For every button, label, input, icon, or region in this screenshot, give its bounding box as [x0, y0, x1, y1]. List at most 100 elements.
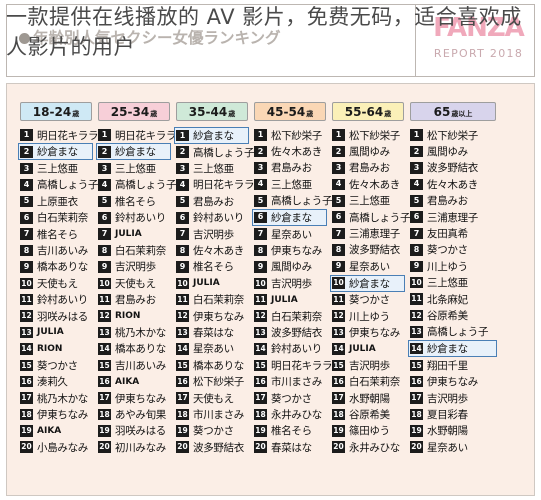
performer-name: 伊東ちなみ	[193, 310, 244, 323]
performer-name: 橋本ありな	[115, 343, 166, 356]
rank-badge: 17	[176, 392, 189, 404]
rank-badge: 11	[254, 293, 267, 306]
ranking-row: 10 JULIA	[175, 275, 249, 291]
rank-badge: 17	[254, 392, 267, 404]
performer-name: 湊莉久	[37, 376, 68, 389]
performer-name: JULIA	[271, 294, 298, 305]
rank-badge: 12	[410, 309, 423, 322]
ranking-row: 3 君島みお	[253, 160, 327, 176]
ranking-row: 14 RION	[19, 341, 93, 357]
ranking-row: 4 明日花キララ	[175, 177, 255, 193]
rank-badge: 9	[20, 261, 33, 273]
ranking-row: 11 君島みお	[97, 292, 171, 308]
performer-name: 小島みなみ	[37, 441, 88, 454]
ranking-row: 5 三上悠亜	[331, 193, 405, 209]
performer-name: 桃乃木かな	[115, 326, 166, 339]
rank-badge: 19	[254, 425, 267, 437]
rank-badge: 18	[254, 408, 267, 421]
age-group-label: 35-44	[188, 104, 228, 119]
rank-badge: 10	[20, 277, 33, 290]
ranking-row: 1 松下紗栄子	[253, 127, 327, 143]
ranking-row: 20 星奈あい	[409, 439, 497, 455]
rank-badge: 11	[20, 293, 33, 306]
performer-name: 橋本ありな	[193, 359, 244, 372]
ranking-row: 6 鈴村あいり	[175, 210, 249, 226]
performer-name: 三上悠亜	[427, 277, 468, 290]
age-group-label: 65	[433, 104, 451, 119]
rank-badge: 13	[410, 326, 423, 338]
ranking-row: 3 波多野結衣	[409, 160, 497, 176]
performer-name: 松下紗栄子	[349, 129, 400, 142]
performer-name: 橋本ありな	[37, 261, 88, 274]
rank-badge: 4	[20, 179, 33, 191]
rank-badge: 10	[332, 277, 345, 289]
rank-badge: 3	[410, 162, 423, 174]
rank-badge: 20	[332, 441, 345, 453]
performer-name: 伊東ちなみ	[271, 245, 322, 258]
ranking-row: 4 佐々木あき	[331, 176, 405, 192]
rank-badge: 14	[254, 343, 267, 355]
rank-badge: 16	[254, 375, 267, 388]
rank-badge: 18	[410, 408, 423, 421]
rank-badge: 20	[20, 441, 33, 453]
ranking-row: 11 北条麻妃	[409, 291, 497, 307]
ranking-row: 6 三浦恵理子	[409, 209, 497, 225]
rank-badge: 15	[98, 359, 111, 372]
age-group-header: 25-34 歳	[98, 102, 170, 121]
ranking-row: 17 吉沢明歩	[409, 390, 497, 406]
rank-badge: 18	[98, 408, 111, 421]
ranking-row: 14 鈴村あいり	[253, 341, 327, 357]
ranking-panel: 18-24 歳 1 明日花キララ 2 紗倉まな 3 三上悠亜 4 高橋しょう子 5 上原亜衣 6 白石茉莉…	[6, 83, 535, 496]
ranking-row: 9 風間ゆみ	[253, 259, 327, 275]
ranking-row: 11 鈴村あいり	[19, 292, 93, 308]
ranking-row: 20 初川みなみ	[97, 439, 171, 455]
rank-badge: 9	[254, 261, 267, 273]
rank-badge: 10	[176, 277, 189, 290]
rank-badge: 13	[332, 326, 345, 339]
rank-badge: 12	[20, 310, 33, 322]
performer-name: 三上悠亜	[349, 195, 390, 208]
rank-badge: 15	[254, 359, 267, 372]
performer-name: 紗倉まな	[271, 211, 312, 224]
ranking-row: 19 椎名そら	[253, 423, 327, 439]
ranking-row: 9 椎名そら	[175, 259, 249, 275]
performer-name: 初川みなみ	[115, 441, 166, 454]
performer-name: 松下紗栄子	[271, 129, 322, 142]
ranking-row: 17 天使もえ	[175, 390, 249, 406]
ranking-row: 16 伊東ちなみ	[409, 373, 497, 389]
performer-name: 葵つかさ	[193, 425, 234, 438]
rank-badge: 3	[332, 162, 345, 174]
performer-name: 紗倉まな	[349, 277, 390, 290]
ranking-row: 7 星奈あい	[253, 226, 327, 242]
performer-name: 翔田千里	[427, 359, 468, 372]
performer-name: JULIA	[115, 229, 142, 240]
performer-name: 白石茉莉奈	[115, 245, 166, 258]
rank-badge: 7	[20, 228, 33, 240]
ranking-row: 13 高橋しょう子	[409, 324, 497, 340]
performer-name: 伊東ちなみ	[427, 376, 478, 389]
rank-badge: 6	[176, 212, 189, 224]
performer-name: 白石茉莉奈	[193, 294, 244, 307]
ranking-row: 16 市川まさみ	[253, 373, 327, 389]
rank-badge: 17	[98, 392, 111, 404]
rank-badge: 5	[332, 195, 345, 207]
rank-badge: 4	[332, 178, 345, 191]
rank-badge: 20	[98, 441, 111, 453]
ranking-row: 16 AIKA	[97, 373, 171, 389]
rank-badge: 2	[254, 145, 267, 158]
performer-name: 星奈あい	[271, 228, 312, 241]
performer-name: 君島みお	[115, 294, 156, 307]
ranking-row: 14 JULIA	[331, 341, 405, 357]
rank-badge: 7	[254, 228, 267, 240]
rank-badge: 13	[254, 326, 267, 339]
ranking-row: 19 羽咲みはる	[97, 423, 171, 439]
ranking-row: 20 春菜はな	[253, 439, 327, 455]
performer-name: AIKA	[115, 376, 140, 387]
performer-name: 君島みお	[193, 195, 234, 208]
performer-name: 波多野結衣	[427, 162, 478, 175]
performer-name: 吉川あいみ	[115, 359, 166, 372]
performer-name: 吉沢明歩	[115, 261, 156, 274]
performer-name: 星奈あい	[349, 260, 390, 273]
performer-name: 風間ゆみ	[349, 146, 390, 159]
ranking-row: 1 松下紗栄子	[409, 127, 497, 143]
